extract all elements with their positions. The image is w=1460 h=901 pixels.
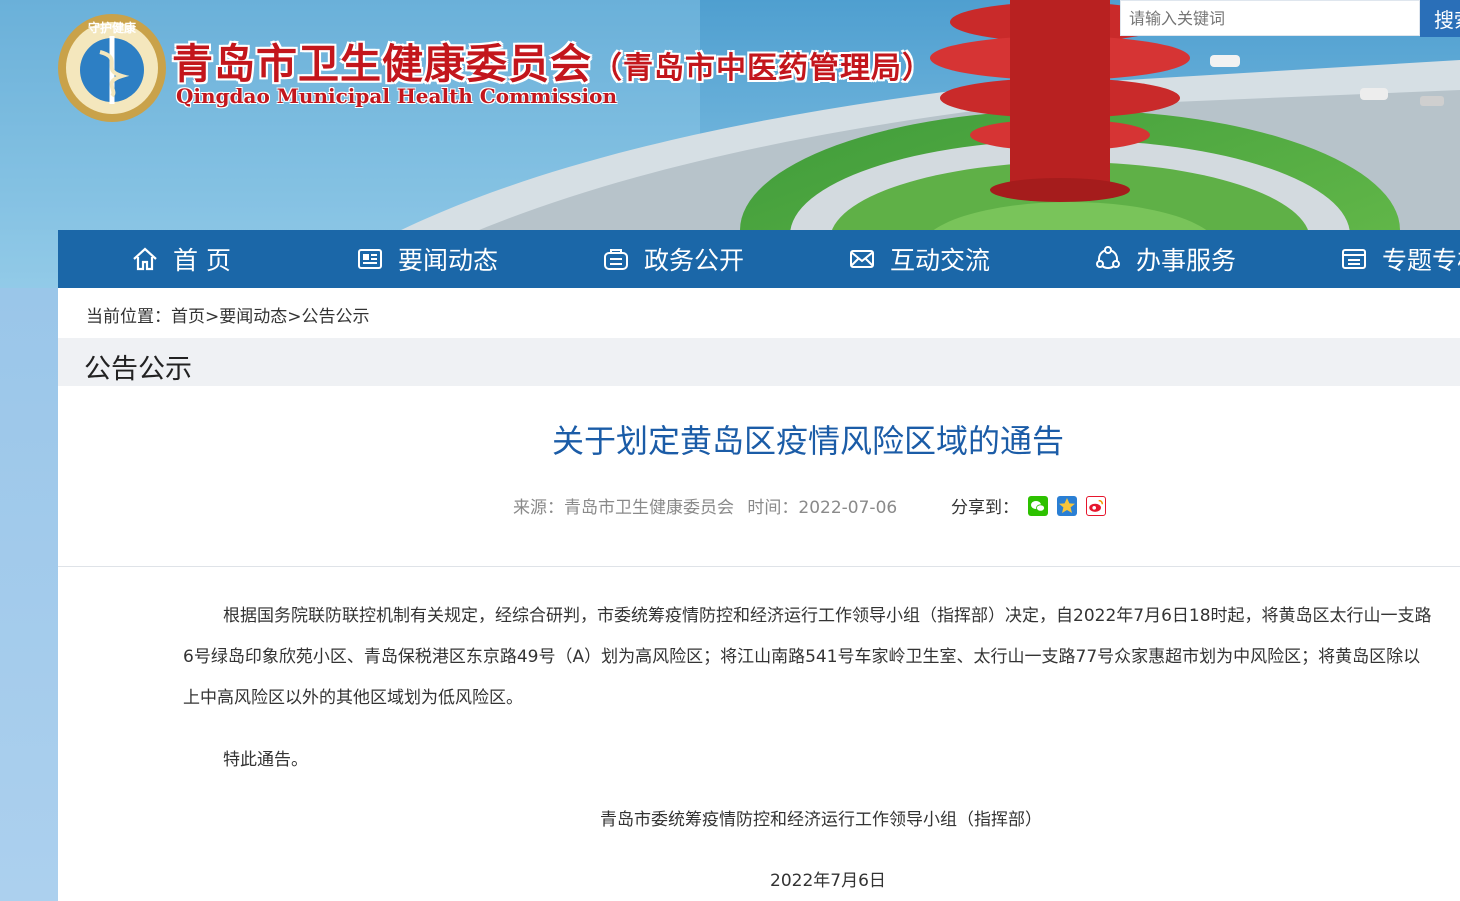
nav-item-government[interactable]: 政务公开	[550, 230, 796, 288]
article-time: 时间：2022-07-06	[747, 498, 898, 518]
article-body: 根据国务院联防联控机制有关规定，经综合研判，市委统筹疫情防控和经济运行工作领导小…	[183, 596, 1435, 781]
search-input[interactable]	[1120, 0, 1420, 36]
site-title-main: 青岛市卫生健康委员会	[172, 40, 592, 88]
nav-item-label: 首 页	[173, 246, 231, 275]
main-nav: 首 页 要闻动态 政务公开 互动交流 办事服务 专题专栏	[58, 230, 1460, 288]
nav-item-service[interactable]: 办事服务	[1042, 230, 1288, 288]
nav-item-label: 政务公开	[643, 246, 744, 275]
breadcrumb-separator: >	[287, 307, 302, 327]
news-icon	[356, 245, 384, 273]
service-icon	[1094, 245, 1122, 273]
nav-item-label: 办事服务	[1135, 246, 1236, 275]
nav-item-label: 专题专栏	[1381, 246, 1460, 275]
breadcrumb-prefix: 当前位置：	[86, 307, 171, 327]
breadcrumb: 当前位置：首页>要闻动态>公告公示	[86, 302, 370, 327]
government-icon	[602, 245, 630, 273]
weibo-share-icon[interactable]	[1086, 495, 1106, 516]
article-title: 关于划定黄岛区疫情风险区域的通告	[551, 422, 1064, 460]
article-meta: 来源：青岛市卫生健康委员会 时间：2022-07-06	[513, 493, 905, 518]
nav-item-home[interactable]: 首 页	[58, 230, 304, 288]
wechat-share-icon[interactable]	[1028, 495, 1048, 516]
breadcrumb-home-link[interactable]: 首页	[171, 307, 205, 327]
site-title-sub: （青岛市中医药管理局）	[592, 51, 933, 86]
share-label: 分享到：	[951, 498, 1019, 518]
nav-item-news[interactable]: 要闻动态	[304, 230, 550, 288]
content-panel: 当前位置：首页>要闻动态>公告公示 公告公示 关于划定黄岛区疫情风险区域的通告 …	[58, 288, 1460, 901]
nav-item-interaction[interactable]: 互动交流	[796, 230, 1042, 288]
nav-item-label: 要闻动态	[397, 246, 498, 275]
site-title: 青岛市卫生健康委员会（青岛市中医药管理局）	[172, 30, 933, 90]
article-signature: 青岛市委统筹疫情防控和经济运行工作领导小组（指挥部）	[600, 810, 1042, 830]
svg-text:守护健康: 守护健康	[88, 20, 137, 35]
breadcrumb-news-link[interactable]: 要闻动态	[219, 307, 287, 327]
breadcrumb-separator: >	[205, 307, 220, 327]
site-title-english: Qingdao Municipal Health Commission	[176, 84, 617, 108]
search-button[interactable]: 搜索	[1420, 0, 1460, 37]
article-paragraph: 特此通告。	[223, 750, 308, 770]
topic-icon	[1340, 245, 1368, 273]
share-bar: 分享到：	[951, 493, 1106, 518]
mail-icon	[848, 245, 876, 273]
qzone-share-icon[interactable]	[1057, 495, 1077, 516]
article-date: 2022年7月6日	[770, 871, 886, 891]
section-header: 公告公示	[58, 338, 1460, 386]
left-margin-background	[0, 288, 58, 901]
home-icon	[131, 245, 159, 273]
article-source: 来源：青岛市卫生健康委员会	[513, 498, 734, 518]
article-paragraph: 根据国务院联防联控机制有关规定，经综合研判，市委统筹疫情防控和经济运行工作领导小…	[183, 606, 1432, 708]
commission-logo: 守护健康	[58, 14, 166, 122]
nav-item-label: 互动交流	[889, 246, 990, 275]
breadcrumb-notice-link[interactable]: 公告公示	[302, 307, 370, 327]
section-title: 公告公示	[84, 354, 192, 385]
nav-item-topics[interactable]: 专题专栏	[1288, 230, 1460, 288]
divider	[58, 566, 1460, 567]
